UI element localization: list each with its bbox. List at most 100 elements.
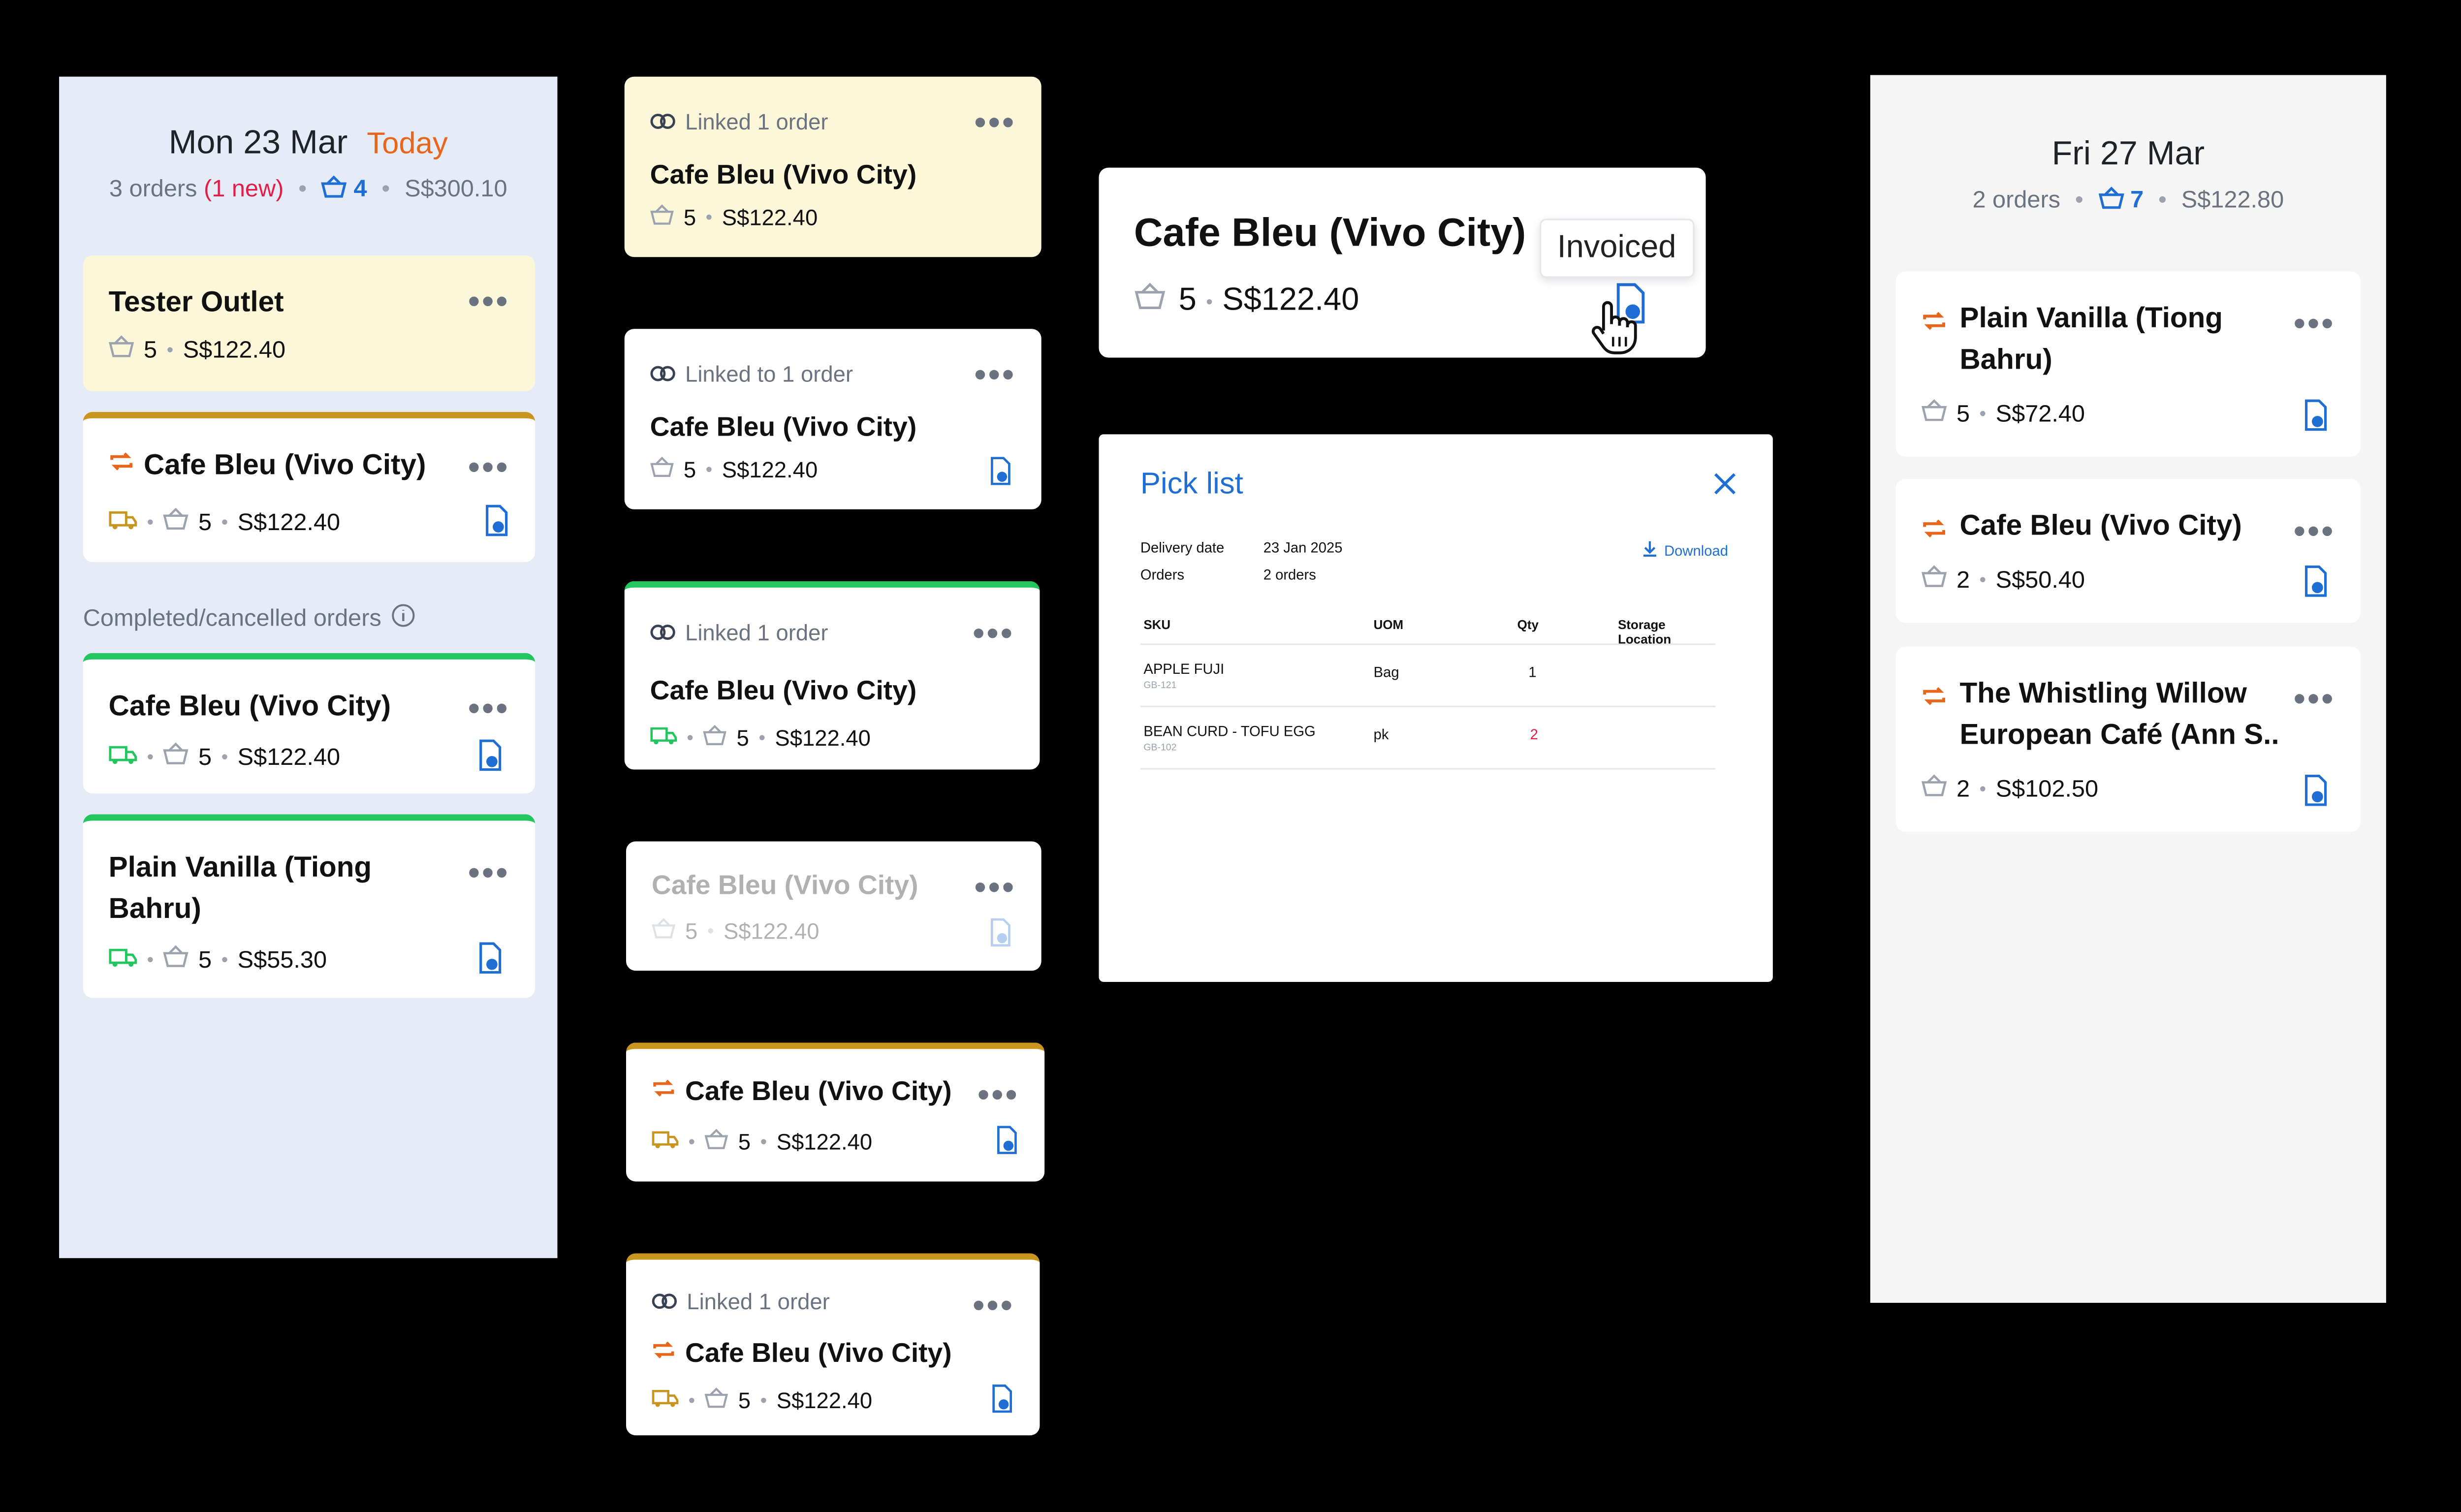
- invoice-icon[interactable]: [995, 1126, 1019, 1163]
- order-card[interactable]: Plain Vanilla (Tiong Bahru) ••• 5 • S$72.…: [1895, 271, 2361, 457]
- basket-icon: [650, 204, 674, 230]
- order-title: Cafe Bleu (Vivo City): [685, 1338, 952, 1369]
- order-card[interactable]: Plain Vanilla (Tiong Bahru) ••• • 5 • S$5…: [83, 814, 536, 998]
- item-qty: 5: [1956, 400, 1970, 427]
- pick-table: SKU UOM Qty Storage Location APPLE FUJI …: [1140, 613, 1716, 770]
- delivery-truck-icon: [109, 743, 137, 770]
- order-details: • 5 • S$122.40: [652, 1387, 872, 1413]
- qty: 2: [1530, 726, 1538, 743]
- more-options-icon[interactable]: •••: [974, 357, 1016, 392]
- order-card[interactable]: Cafe Bleu (Vivo City) ••• • 5 • S$122.40: [83, 653, 536, 794]
- order-details: 5 • S$122.40: [1134, 283, 1359, 319]
- basket-icon: [163, 742, 189, 771]
- day-header: Mon 23 Mar Today 3 orders (1 new) • 4 • S…: [59, 77, 557, 205]
- more-options-icon[interactable]: •••: [973, 616, 1014, 651]
- col-header-storage: Storage Location: [1618, 618, 1672, 647]
- invoice-icon[interactable]: [990, 1384, 1014, 1421]
- order-details: 5 • S$122.40: [652, 918, 819, 944]
- more-options-icon[interactable]: •••: [973, 1288, 1014, 1323]
- more-options-icon[interactable]: •••: [2293, 681, 2335, 716]
- more-options-icon[interactable]: •••: [978, 1077, 1019, 1112]
- order-details: 5 • S$72.40: [1921, 399, 2085, 428]
- invoice-icon[interactable]: [477, 942, 503, 982]
- invoice-icon[interactable]: [989, 457, 1013, 494]
- info-icon[interactable]: [391, 603, 415, 634]
- sku-name: APPLE FUJI: [1143, 661, 1225, 677]
- link-text: Linked 1 order: [687, 1288, 830, 1314]
- order-price: S$122.40: [237, 508, 341, 536]
- linked-orders-label[interactable]: Linked 1 order: [650, 109, 828, 134]
- order-details: • 5 • S$122.40: [109, 742, 340, 771]
- basket-icon: [1134, 283, 1166, 319]
- basket-icon: [1921, 399, 1947, 428]
- linked-orders-label[interactable]: Linked to 1 order: [650, 361, 853, 386]
- invoice-icon[interactable]: [2303, 399, 2329, 439]
- day-column-mon: Mon 23 Mar Today 3 orders (1 new) • 4 • S…: [59, 76, 558, 1259]
- delivery-truck-icon: [109, 508, 137, 536]
- order-price: S$122.40: [776, 1387, 873, 1413]
- close-icon[interactable]: [1712, 471, 1738, 504]
- order-title: Cafe Bleu (Vivo City): [651, 870, 918, 901]
- order-price: S$122.40: [722, 456, 818, 482]
- more-options-icon[interactable]: •••: [468, 855, 509, 890]
- link-icon: [650, 361, 676, 386]
- item-qty: 5: [683, 456, 696, 482]
- invoice-icon[interactable]: [484, 504, 509, 544]
- order-card-linked[interactable]: Linked 1 order ••• Cafe Bleu (Vivo City)…: [624, 581, 1040, 770]
- order-title: Cafe Bleu (Vivo City): [108, 690, 391, 722]
- col-header-uom: UOM: [1373, 618, 1404, 632]
- order-details: 2 • S$102.50: [1921, 774, 2099, 803]
- linked-orders-label[interactable]: Linked 1 order: [652, 1289, 830, 1314]
- order-card-recurring[interactable]: Cafe Bleu (Vivo City) ••• • 5 • S$122.40: [626, 1042, 1045, 1182]
- order-card-zoomed[interactable]: Cafe Bleu (Vivo City) 5 • S$122.40 Invoic…: [1099, 167, 1706, 358]
- linked-orders-label[interactable]: Linked 1 order: [650, 620, 828, 645]
- link-icon: [650, 620, 676, 645]
- order-card[interactable]: The Whistling Willow European Café (Ann …: [1895, 646, 2361, 832]
- invoice-icon[interactable]: [2303, 774, 2329, 814]
- more-options-icon[interactable]: •••: [974, 104, 1016, 139]
- basket-icon: [703, 724, 727, 751]
- order-count: 2 orders: [1972, 187, 2061, 214]
- basket-icon: [705, 1387, 729, 1413]
- more-options-icon[interactable]: •••: [468, 691, 509, 725]
- more-options-icon[interactable]: •••: [974, 869, 1016, 904]
- order-title: Plain Vanilla (Tiong Bahru): [108, 850, 372, 925]
- order-card[interactable]: Cafe Bleu (Vivo City) ••• • 5 • S$122.40: [83, 411, 536, 562]
- order-card-linked[interactable]: Linked to 1 order ••• Cafe Bleu (Vivo Ci…: [624, 329, 1041, 509]
- order-title: Cafe Bleu (Vivo City): [1134, 211, 1526, 256]
- completed-section-label: Completed/cancelled orders: [83, 603, 415, 634]
- invoice-icon[interactable]: [2303, 565, 2329, 605]
- download-link[interactable]: Download: [1642, 536, 1728, 565]
- order-price: S$102.50: [1995, 775, 2099, 803]
- invoice-icon[interactable]: [477, 739, 503, 779]
- order-price: S$122.40: [775, 724, 871, 751]
- item-qty: 5: [738, 1129, 751, 1155]
- order-price: S$122.40: [183, 336, 286, 363]
- item-qty: 5: [198, 508, 212, 536]
- item-qty: 5: [736, 724, 749, 751]
- basket-icon: [321, 175, 347, 204]
- item-qty: 5: [738, 1387, 751, 1413]
- order-title: Cafe Bleu (Vivo City): [685, 1076, 952, 1107]
- order-title: Cafe Bleu (Vivo City): [650, 159, 917, 190]
- more-options-icon[interactable]: •••: [2293, 513, 2335, 548]
- day-summary: 2 orders • 7 • S$122.80: [1870, 187, 2386, 216]
- more-options-icon[interactable]: •••: [468, 449, 509, 484]
- table-row: BEAN CURD - TOFU EGG GB-102 pk 2: [1140, 707, 1716, 770]
- order-card-linked[interactable]: Linked 1 order ••• Cafe Bleu (Vivo City)…: [624, 76, 1041, 257]
- more-options-icon[interactable]: •••: [2293, 306, 2335, 341]
- day-label: Fri 27 Mar: [2051, 135, 2205, 173]
- orders-label: Orders: [1140, 567, 1185, 583]
- delivery-date-label: Delivery date: [1140, 539, 1225, 556]
- order-price: S$122.40: [776, 1129, 873, 1155]
- more-options-icon[interactable]: •••: [468, 284, 509, 318]
- link-text: Linked to 1 order: [685, 361, 853, 387]
- order-card[interactable]: Tester Outlet ••• 5 • S$122.40: [83, 255, 536, 391]
- order-card-linked-recurring[interactable]: Linked 1 order ••• Cafe Bleu (Vivo City)…: [626, 1253, 1040, 1436]
- order-title: Tester Outlet: [108, 285, 284, 318]
- order-title-row: Cafe Bleu (Vivo City): [652, 1333, 952, 1375]
- delivery-date-value: 23 Jan 2025: [1263, 539, 1343, 556]
- order-title-row: Cafe Bleu (Vivo City): [109, 444, 426, 485]
- link-icon: [652, 1289, 677, 1314]
- order-card[interactable]: Cafe Bleu (Vivo City) ••• 2 • S$50.40: [1895, 479, 2361, 623]
